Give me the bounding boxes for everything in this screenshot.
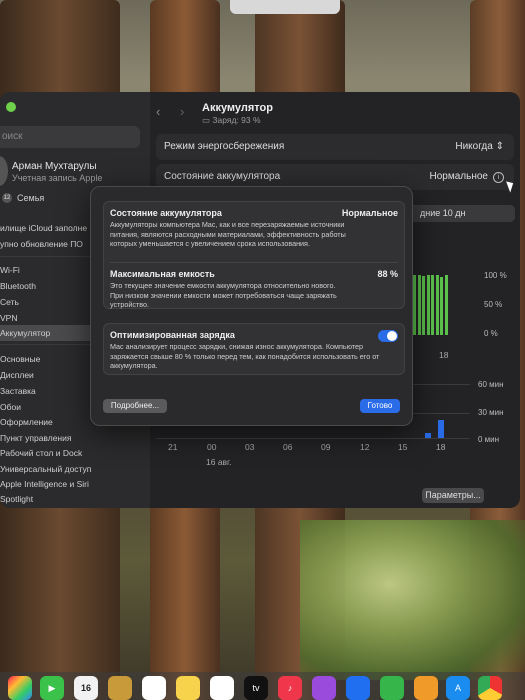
battery-health-value: Нормальное — [429, 171, 488, 182]
chevron-updown-icon: ⇕ — [495, 141, 504, 152]
optimized-charging-title: Оптимизированная зарядка — [110, 330, 235, 340]
contacts-icon[interactable] — [108, 676, 132, 700]
low-power-label: Режим энергосбережения — [164, 141, 285, 152]
battery-health-label: Состояние аккумулятора — [164, 171, 281, 182]
divider — [110, 262, 398, 263]
done-button[interactable]: Готово — [360, 399, 400, 413]
back-arrow-icon[interactable]: ‹ — [156, 104, 160, 119]
gridline — [156, 438, 470, 439]
date-label: 16 авг. — [206, 457, 232, 467]
numbers-icon[interactable] — [380, 676, 404, 700]
pct-label: 0 % — [484, 329, 498, 338]
battery-level-chart — [413, 275, 449, 335]
calendar-icon[interactable]: 16 — [74, 676, 98, 700]
x-tick-label: 06 — [283, 442, 293, 452]
low-power-value: Никогда — [455, 141, 493, 152]
battery-level-bar — [444, 275, 448, 335]
battery-level-bar — [426, 275, 430, 335]
optimized-charging-toggle[interactable] — [378, 330, 398, 342]
mouse-cursor-icon — [506, 179, 516, 193]
user-account-label[interactable]: Учетная запись Apple — [12, 173, 102, 183]
more-info-button[interactable]: Подробнее... — [103, 399, 167, 413]
battery-level-bar — [422, 276, 425, 335]
forward-arrow-icon[interactable]: › — [180, 104, 184, 119]
display-notch — [230, 0, 340, 14]
sidebar-item-family[interactable]: Семья — [17, 193, 44, 203]
x-tick-label: 03 — [245, 442, 255, 452]
battery-level-bar — [435, 275, 439, 335]
low-power-select[interactable]: Никогда ⇕ — [455, 141, 504, 152]
battery-charge-text: Заряд: 93 % — [212, 115, 261, 125]
pages-icon[interactable] — [414, 676, 438, 700]
health-value: Нормальное — [341, 208, 398, 218]
battery-health-status: Нормальное i — [430, 171, 504, 183]
sidebar-item-desktop-dock[interactable]: Рабочий стол и Dock — [0, 445, 150, 461]
battery-level-bar — [440, 276, 443, 335]
pct-label: 50 % — [484, 300, 503, 309]
battery-charge-level: ▭ Заряд: 93 % — [202, 115, 261, 125]
health-card: Состояние аккумулятора Нормальное Аккуму… — [103, 201, 405, 309]
facetime-icon[interactable]: ▶ — [40, 676, 64, 700]
photos-icon[interactable] — [8, 676, 32, 700]
min-label: 0 мин — [478, 435, 500, 444]
sidebar-item-spotlight[interactable]: Spotlight — [0, 491, 150, 507]
music-icon[interactable]: ♪ — [278, 676, 302, 700]
x-tick-label: 12 — [360, 442, 370, 452]
avatar[interactable] — [0, 156, 8, 186]
x-tick-label: 09 — [321, 442, 331, 452]
podcasts-icon[interactable] — [312, 676, 336, 700]
reminders-icon[interactable] — [142, 676, 166, 700]
capacity-title: Максимальная емкость — [110, 269, 215, 279]
zoom-window-button[interactable] — [6, 102, 16, 112]
capacity-value: 88 % — [377, 269, 398, 279]
x-tick-label: 21 — [168, 442, 178, 452]
x-tick-label: 18 — [436, 442, 446, 452]
min-label: 30 мин — [478, 408, 504, 417]
battery-level-bar — [431, 275, 434, 335]
page-title: Аккумулятор — [202, 102, 273, 114]
info-icon[interactable]: i — [493, 172, 504, 183]
sidebar-item-control-center[interactable]: Пункт управления — [0, 430, 150, 446]
dock: ▶ 16 tv ♪ A — [0, 672, 525, 700]
x-tick-label: 18 — [439, 350, 449, 360]
usage-bar — [438, 420, 444, 438]
foliage — [300, 520, 525, 680]
sidebar-item-accessibility[interactable]: Универсальный доступ — [0, 461, 150, 477]
range-selector[interactable]: дние 10 дн — [395, 205, 515, 222]
optimized-charging-description: Mac анализирует процесс зарядки, снижая … — [110, 342, 380, 371]
notes-icon[interactable] — [176, 676, 200, 700]
health-title: Состояние аккумулятора — [110, 208, 222, 218]
usage-bar — [425, 433, 431, 438]
health-description: Аккумуляторы компьютера Mac, как и все п… — [110, 220, 346, 249]
keynote-icon[interactable] — [346, 676, 370, 700]
freeform-icon[interactable] — [210, 676, 234, 700]
params-button[interactable]: Параметры... — [422, 488, 484, 503]
battery-health-dialog: Состояние аккумулятора Нормальное Аккуму… — [90, 186, 413, 426]
family-icon: 12 — [2, 193, 12, 203]
optimized-charging-card: Оптимизированная зарядка Mac анализирует… — [103, 323, 405, 375]
user-name[interactable]: Арман Мухтарулы — [12, 161, 97, 172]
chrome-icon[interactable] — [478, 676, 502, 700]
min-label: 60 мин — [478, 380, 504, 389]
battery-level-bar — [417, 275, 421, 335]
x-tick-label: 15 — [398, 442, 408, 452]
app-store-icon[interactable]: A — [446, 676, 470, 700]
x-tick-label: 00 — [207, 442, 217, 452]
low-power-row: Режим энергосбережения Никогда ⇕ — [156, 134, 514, 160]
capacity-description: Это текущее значение емкости аккумулятор… — [110, 281, 337, 310]
pct-label: 100 % — [484, 271, 507, 280]
sidebar-item-siri[interactable]: Apple Intelligence и Siri — [0, 476, 150, 492]
apple-tv-icon[interactable]: tv — [244, 676, 268, 700]
battery-level-bar — [413, 275, 416, 335]
search-input[interactable]: оиск — [0, 126, 140, 148]
